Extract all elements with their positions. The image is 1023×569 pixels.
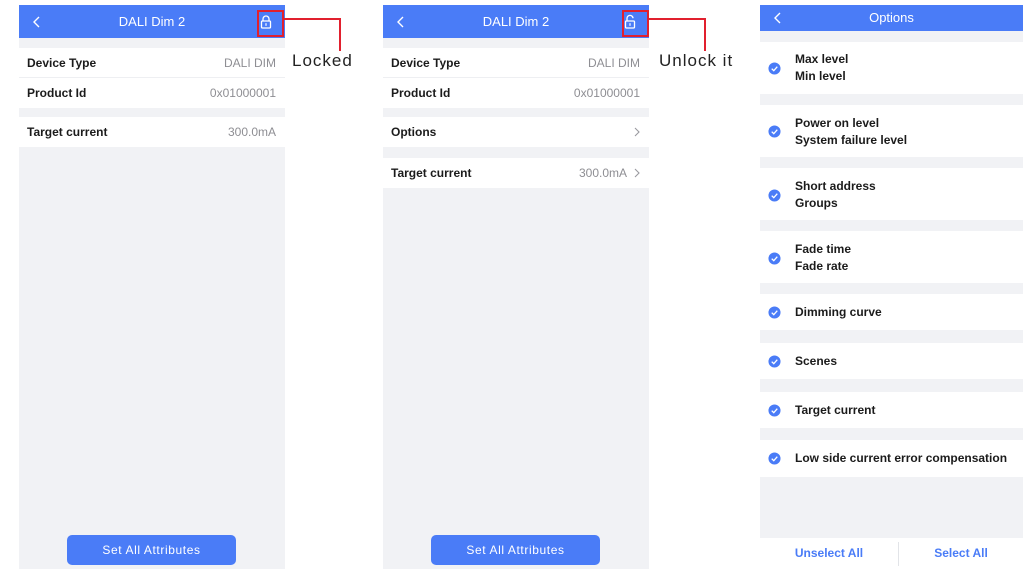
option-item[interactable]: Target current: [760, 392, 1023, 428]
target-current-section: Target current 300.0mA: [19, 117, 285, 147]
chevron-right-icon: [634, 168, 640, 178]
row-value: 300.0mA: [227, 125, 276, 139]
option-item[interactable]: Power on level System failure level: [760, 105, 1023, 157]
row-label: Product Id: [391, 86, 451, 100]
check-circle-icon: [768, 252, 781, 265]
option-label: Scenes: [795, 354, 838, 368]
option-item[interactable]: Short address Groups: [760, 168, 1023, 220]
product-id-row: Product Id 0x01000001: [383, 78, 649, 108]
app-header: DALI Dim 2: [19, 5, 285, 38]
row-label: Device Type: [27, 56, 97, 70]
unlock-annotation: Unlock it: [659, 51, 734, 70]
device-type-row: Device Type DALI DIM: [383, 48, 649, 78]
option-label: Power on level: [795, 116, 880, 130]
select-all-button[interactable]: Select All: [899, 538, 1023, 569]
row-value: DALI DIM: [223, 56, 276, 70]
page-title: DALI Dim 2: [118, 14, 186, 29]
chevron-right-icon: [634, 127, 640, 137]
callout-line: [284, 18, 340, 20]
option-item[interactable]: Low side current error compensation: [760, 440, 1023, 477]
check-circle-icon: [768, 306, 781, 319]
option-label: Max level: [795, 52, 849, 66]
row-value: 300.0mA: [578, 166, 627, 180]
target-current-row: Target current 300.0mA: [19, 117, 285, 147]
option-item[interactable]: Fade time Fade rate: [760, 231, 1023, 283]
device-screen-locked: DALI Dim 2 Device Type DALI DIM Product …: [19, 5, 285, 569]
unselect-all-button[interactable]: Unselect All: [760, 538, 898, 569]
option-item[interactable]: Scenes: [760, 343, 1023, 379]
option-label: Groups: [795, 196, 838, 210]
page-title: Options: [869, 10, 914, 25]
option-item[interactable]: Dimming curve: [760, 294, 1023, 330]
row-value: 0x01000001: [209, 86, 276, 100]
row-value: DALI DIM: [587, 56, 640, 70]
option-label: Dimming curve: [795, 305, 882, 319]
bottom-action-bar: Unselect All Select All: [760, 538, 1023, 569]
options-section: Options: [383, 117, 649, 147]
option-label: Target current: [795, 403, 876, 417]
target-current-section: Target current 300.0mA: [383, 158, 649, 188]
option-label: Fade time: [795, 242, 852, 256]
row-value: 0x01000001: [573, 86, 640, 100]
check-circle-icon: [768, 62, 781, 75]
row-label: Target current: [27, 125, 108, 139]
set-all-attributes-button[interactable]: Set All Attributes: [431, 535, 600, 565]
check-circle-icon: [768, 452, 781, 465]
app-header: DALI Dim 2: [383, 5, 649, 38]
options-row[interactable]: Options: [383, 117, 649, 147]
row-label: Product Id: [27, 86, 87, 100]
app-header: Options: [760, 5, 1023, 31]
option-label: Min level: [795, 69, 846, 83]
options-screen: Options Max level Min level Power on lev…: [760, 5, 1023, 569]
option-label: System failure level: [795, 133, 908, 147]
row-label: Device Type: [391, 56, 461, 70]
device-screen-unlocked: DALI Dim 2 Device Type DALI DIM Product …: [383, 5, 649, 569]
check-circle-icon: [768, 125, 781, 138]
lock-highlight-box: [257, 10, 284, 37]
product-id-row: Product Id 0x01000001: [19, 78, 285, 108]
check-circle-icon: [768, 355, 781, 368]
unlock-highlight-box: [622, 10, 649, 37]
option-item[interactable]: Max level Min level: [760, 42, 1023, 94]
callout-line: [339, 18, 341, 51]
callout-line: [704, 18, 706, 51]
option-label: Low side current error compensation: [795, 451, 1008, 465]
row-label: Target current: [391, 166, 472, 180]
locked-annotation: Locked: [292, 51, 353, 70]
check-circle-icon: [768, 404, 781, 417]
target-current-row[interactable]: Target current 300.0mA: [383, 158, 649, 188]
device-info-section: Device Type DALI DIM Product Id 0x010000…: [19, 48, 285, 108]
set-all-attributes-button[interactable]: Set All Attributes: [67, 535, 236, 565]
device-type-row: Device Type DALI DIM: [19, 48, 285, 78]
row-label: Options: [391, 125, 437, 139]
callout-line: [649, 18, 705, 20]
option-label: Fade rate: [795, 259, 849, 273]
option-label: Short address: [795, 179, 876, 193]
page-title: DALI Dim 2: [482, 14, 550, 29]
device-info-section: Device Type DALI DIM Product Id 0x010000…: [383, 48, 649, 108]
check-circle-icon: [768, 189, 781, 202]
